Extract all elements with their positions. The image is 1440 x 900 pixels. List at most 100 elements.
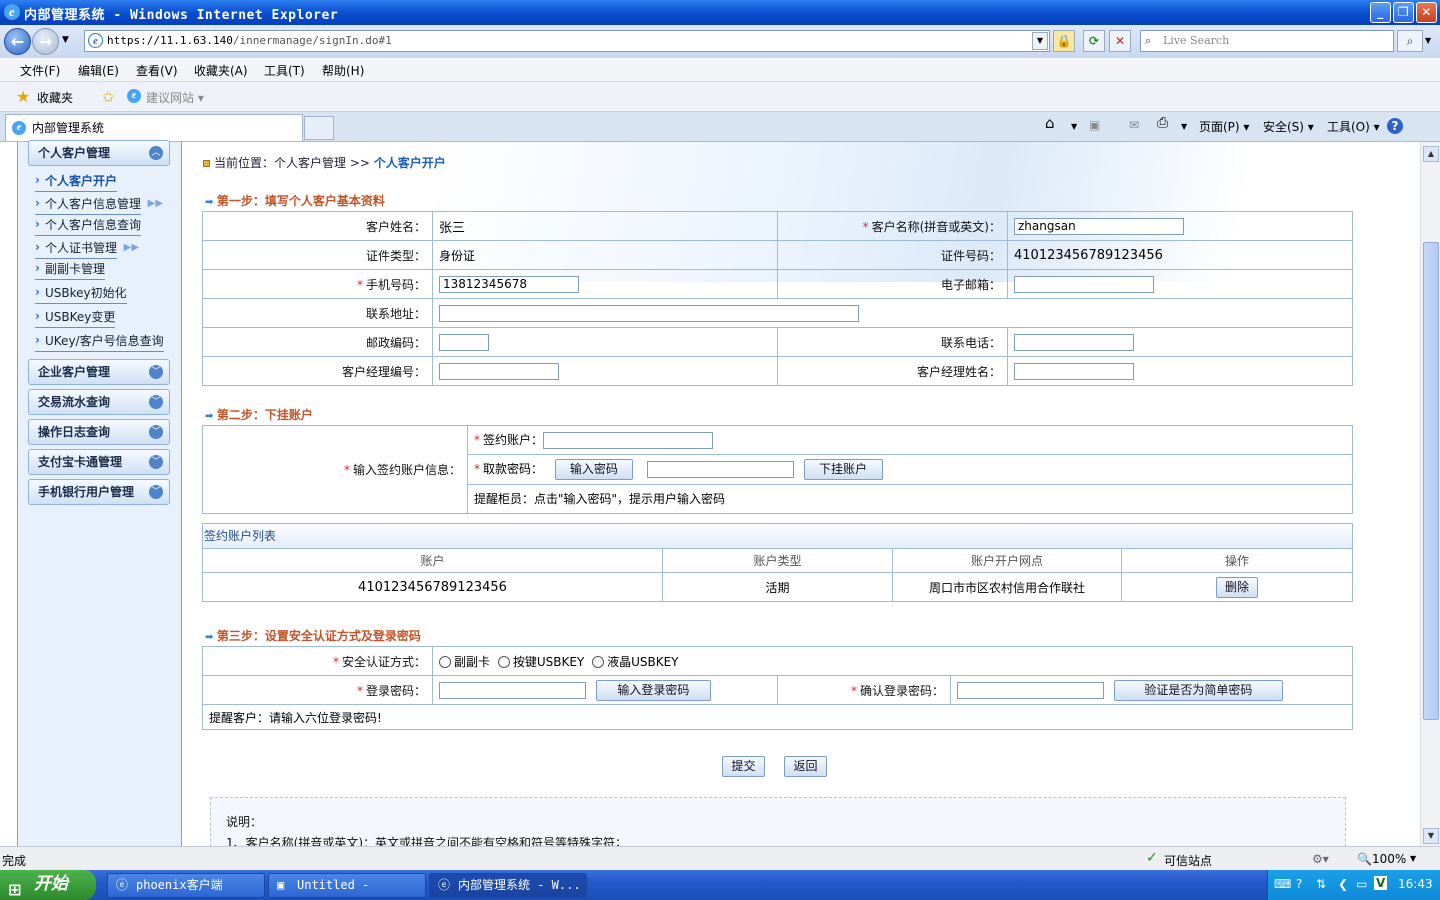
monitor-tray-icon[interactable]: ▭: [1356, 877, 1367, 891]
zip-input[interactable]: [439, 333, 489, 351]
home-icon[interactable]: ⌂: [1045, 114, 1055, 132]
home-dropdown-icon[interactable]: ▼: [1071, 122, 1077, 131]
address-dropdown-icon[interactable]: ▼: [1032, 32, 1048, 50]
confirm-pwd-input[interactable]: [957, 681, 1104, 699]
sidebar-group-mobile-bank[interactable]: 手机银行用户管理 ﹀: [28, 479, 170, 505]
sidebar-item-info-query[interactable]: 个人客户信息查询: [35, 215, 142, 236]
history-dropdown-icon[interactable]: ▼: [62, 35, 69, 45]
print-dropdown-icon[interactable]: ▼: [1181, 122, 1187, 131]
scroll-down-icon[interactable]: ▼: [1423, 828, 1439, 844]
safety-menu[interactable]: 安全(S) ▾: [1263, 118, 1314, 135]
phone-cell: [1007, 327, 1353, 357]
security-zone[interactable]: 可信站点: [1164, 852, 1212, 869]
add-favorite-icon[interactable]: ✩: [102, 88, 115, 106]
sidebar-group-transactions[interactable]: 交易流水查询 ﹀: [28, 389, 170, 415]
task-phoenix[interactable]: ⓔ phoenix客户端: [107, 873, 265, 898]
submit-button[interactable]: 提交: [722, 756, 765, 777]
address-input[interactable]: [439, 304, 859, 322]
menu-help[interactable]: 帮助(H): [322, 62, 364, 79]
sign-account-input[interactable]: [543, 432, 714, 450]
zoom-level[interactable]: 100%: [1372, 852, 1406, 866]
stop-icon[interactable]: ✕: [1109, 30, 1131, 52]
address-input[interactable]: e https://11.1.63.140/innermanage/signIn…: [84, 30, 1050, 52]
withdraw-pwd-input[interactable]: [646, 460, 794, 478]
mgrname-cell: [1007, 356, 1353, 386]
row-branch: 周口市市区农村信用合作联社: [892, 572, 1122, 602]
favorites-button[interactable]: 收藏夹: [37, 89, 73, 106]
radio-usbkey-button[interactable]: [497, 656, 510, 668]
lock-icon[interactable]: 🔒: [1053, 30, 1075, 52]
back-button[interactable]: ←: [4, 28, 31, 55]
refresh-icon[interactable]: ⟳: [1083, 30, 1105, 52]
new-tab-button[interactable]: [304, 116, 334, 140]
menu-edit[interactable]: 编辑(E): [78, 62, 119, 79]
window-titlebar[interactable]: e 内部管理系统 - Windows Internet Explorer _ ❐…: [0, 0, 1440, 25]
zoom-dropdown-icon[interactable]: ▼: [1410, 854, 1416, 863]
close-window-button[interactable]: ✕: [1416, 2, 1437, 23]
sidebar-item-cert-manage[interactable]: 个人证书管理 ▶▶: [35, 238, 139, 259]
arrow-tray-icon[interactable]: ❮: [1338, 877, 1348, 891]
expand-arrow-icon: ▶▶: [123, 242, 140, 253]
suggested-sites-link[interactable]: 建议网站 ▾: [146, 89, 204, 106]
search-options-icon[interactable]: ▼: [1425, 36, 1431, 45]
enter-login-pwd-button[interactable]: 输入登录密码: [595, 679, 711, 701]
sidebar-group-enterprise[interactable]: 企业客户管理 ﹀: [28, 359, 170, 385]
protected-mode-icon[interactable]: ⚙▾: [1312, 852, 1329, 866]
start-button[interactable]: ⊞ 开始: [0, 870, 96, 900]
task-internal-system[interactable]: ⓔ 内部管理系统 - W...: [429, 873, 587, 898]
sidebar-item-card-manage[interactable]: 副副卡管理: [35, 259, 106, 280]
help-tray-icon[interactable]: ?: [1296, 877, 1302, 891]
attach-account-button[interactable]: 下挂账户: [803, 458, 883, 480]
email-input[interactable]: [1014, 275, 1154, 293]
clock: 16:43: [1398, 877, 1433, 891]
login-pwd-input[interactable]: [439, 681, 586, 699]
scroll-thumb[interactable]: [1423, 242, 1439, 720]
task-idcheck[interactable]: ▣ Untitled - IDCheck: [268, 873, 426, 898]
tab-active[interactable]: e 内部管理系统: [5, 114, 303, 141]
menu-tools[interactable]: 工具(T): [264, 62, 305, 79]
ime-icon[interactable]: V: [1374, 876, 1388, 890]
minimize-button[interactable]: _: [1370, 2, 1391, 23]
enter-password-button[interactable]: 输入密码: [554, 458, 633, 480]
help-icon[interactable]: ?: [1387, 118, 1403, 134]
sidebar-item-open-account[interactable]: 个人客户开户: [35, 171, 118, 192]
step1-form: 客户姓名： 张三 * 客户名称(拼音或英文)： zhangsan 证件类型： 身份…: [202, 211, 1353, 386]
ename-input[interactable]: zhangsan: [1014, 217, 1184, 235]
radio-card[interactable]: [439, 656, 451, 668]
vertical-scrollbar[interactable]: ▲ ▼: [1420, 142, 1440, 846]
sidebar-item-ukey-query[interactable]: UKey/客户号信息查询: [35, 331, 164, 352]
keyboard-icon[interactable]: ⌨: [1274, 877, 1291, 891]
mail-icon[interactable]: ✉: [1129, 118, 1139, 132]
account-info-label: 输入签约账户信息：: [352, 463, 461, 477]
forward-button[interactable]: →: [32, 28, 59, 55]
check-simple-pwd-button[interactable]: 验证是否为简单密码: [1113, 679, 1283, 701]
radio-usbkey-lcd[interactable]: [592, 656, 605, 668]
scroll-up-icon[interactable]: ▲: [1423, 146, 1439, 162]
page-menu[interactable]: 页面(P) ▾: [1199, 118, 1249, 135]
mobile-input[interactable]: 13812345678: [439, 275, 579, 293]
sidebar-item-usbkey-change[interactable]: USBKey变更: [35, 307, 116, 328]
sidebar-group-alipay[interactable]: 支付宝卡通管理 ﹀: [28, 449, 170, 475]
network-icon[interactable]: ⇅: [1316, 877, 1326, 891]
feeds-icon[interactable]: ▣: [1089, 118, 1100, 132]
phone-input[interactable]: [1014, 333, 1134, 351]
back-link-button[interactable]: 返回: [784, 756, 827, 777]
tools-menu[interactable]: 工具(O) ▾: [1327, 118, 1380, 135]
mgrname-input[interactable]: [1014, 362, 1134, 380]
menu-favorites[interactable]: 收藏夹(A): [194, 62, 248, 79]
mgrno-input[interactable]: [439, 362, 559, 380]
tab-page-icon: e: [12, 121, 26, 135]
required-mark: *: [850, 683, 857, 698]
menu-view[interactable]: 查看(V): [136, 62, 178, 79]
search-go-icon[interactable]: ⌕: [1397, 30, 1423, 52]
main-content: 当前位置：个人客户管理 >> 个人客户开户 第一步：填写个人客户基本资料 客户姓…: [183, 142, 1420, 846]
menu-file[interactable]: 文件(F): [20, 62, 60, 79]
sidebar-group-personal[interactable]: 个人客户管理 ︿: [28, 140, 170, 166]
search-input[interactable]: ⌕ Live Search: [1140, 30, 1394, 52]
maximize-button[interactable]: ❐: [1393, 2, 1414, 23]
print-icon[interactable]: ⎙: [1157, 115, 1168, 131]
sidebar-group-oplog[interactable]: 操作日志查询 ﹀: [28, 419, 170, 445]
sidebar-item-usbkey-init[interactable]: USBkey初始化: [35, 283, 127, 304]
sidebar-item-info-manage[interactable]: 个人客户信息管理 ▶▶: [35, 194, 163, 215]
delete-button[interactable]: 删除: [1216, 576, 1258, 598]
